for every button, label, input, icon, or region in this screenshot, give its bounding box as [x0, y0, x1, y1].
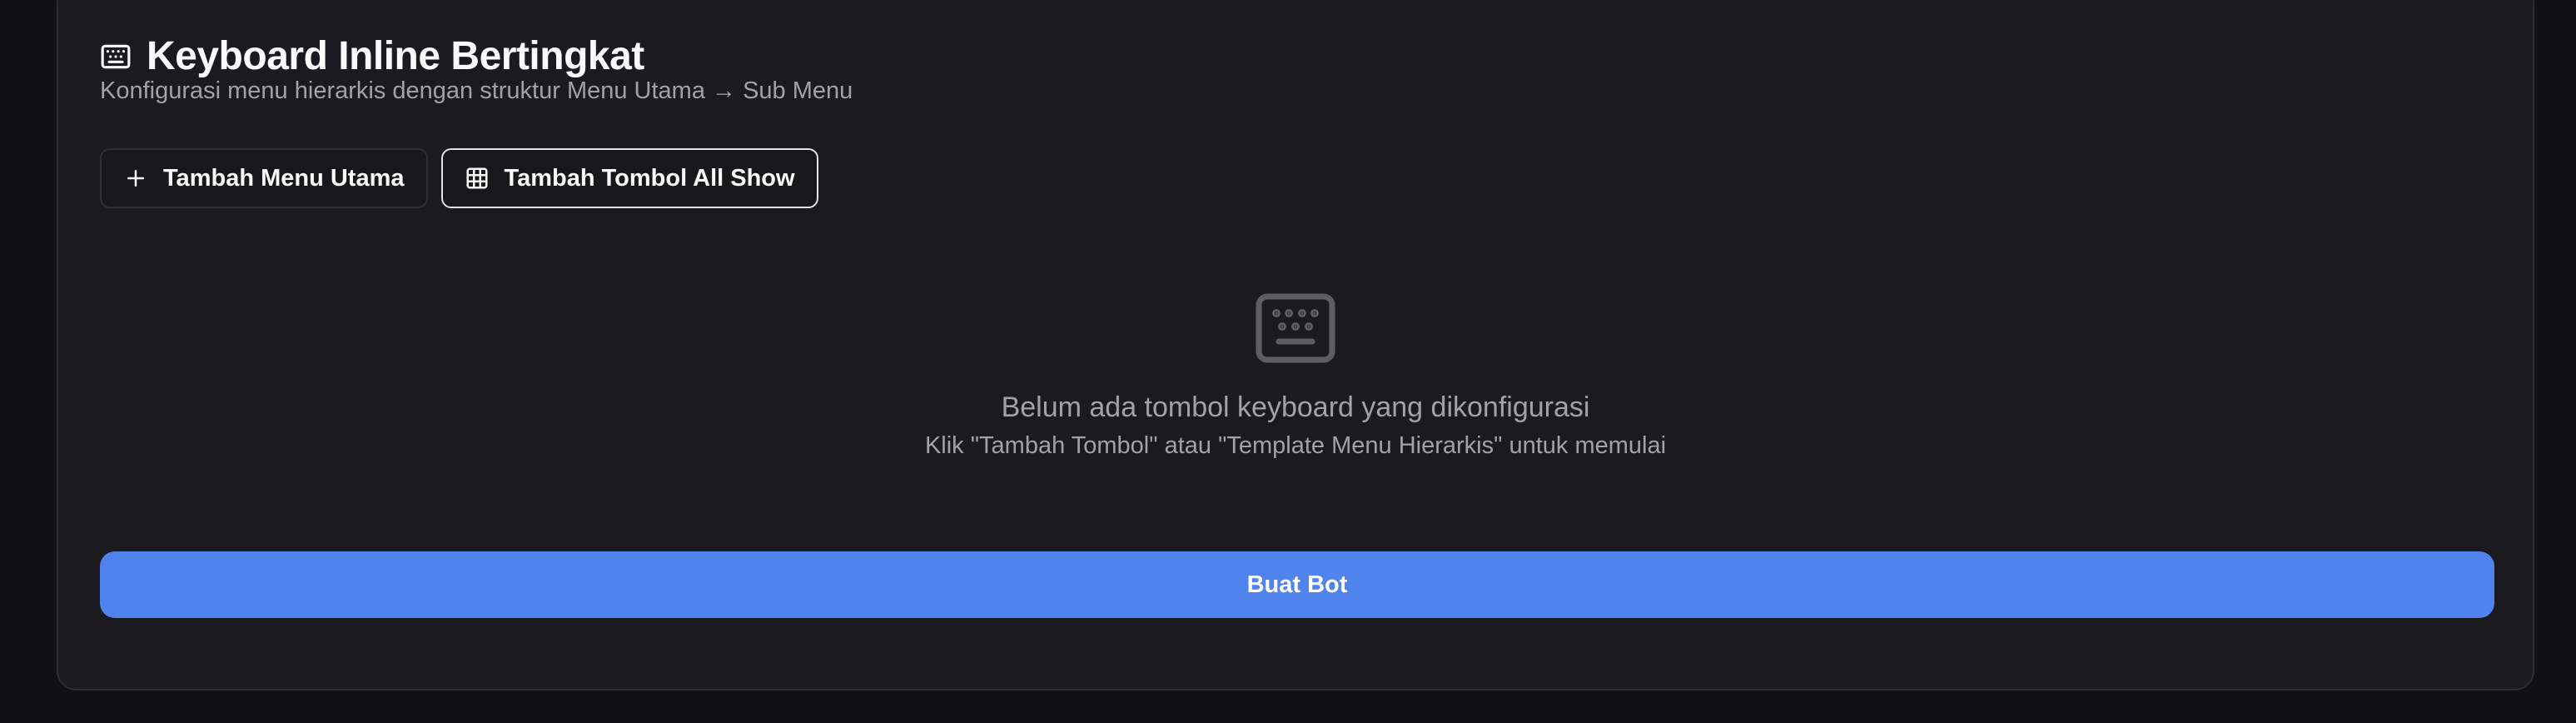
grid-icon	[465, 166, 490, 191]
add-all-show-button[interactable]: Tambah Tombol All Show	[440, 148, 818, 208]
create-bot-button[interactable]: Buat Bot	[100, 551, 2494, 618]
page-title: Keyboard Inline Bertingkat	[147, 34, 644, 78]
empty-state-title: Belum ada tombol keyboard yang dikonfigu…	[1001, 391, 1590, 423]
keyboard-config-card: Keyboard Inline Bertingkat Konfigurasi m…	[57, 0, 2534, 691]
page: Keyboard Inline Bertingkat Konfigurasi m…	[0, 0, 2576, 723]
plus-icon	[123, 166, 148, 191]
card-header: Keyboard Inline Bertingkat	[100, 37, 644, 77]
empty-state: Belum ada tombol keyboard yang dikonfigu…	[58, 293, 2533, 460]
add-main-menu-label: Tambah Menu Utama	[163, 164, 405, 192]
action-buttons: Tambah Menu Utama Tambah Tombol All Show	[100, 148, 818, 208]
page-subtitle: Konfigurasi menu hierarkis dengan strukt…	[100, 77, 853, 104]
add-all-show-label: Tambah Tombol All Show	[504, 164, 795, 192]
empty-state-hint: Klik "Tambah Tombol" atau "Template Menu…	[924, 432, 1667, 459]
add-main-menu-button[interactable]: Tambah Menu Utama	[100, 148, 428, 208]
keyboard-icon	[1256, 293, 1335, 363]
keyboard-icon	[100, 41, 132, 72]
